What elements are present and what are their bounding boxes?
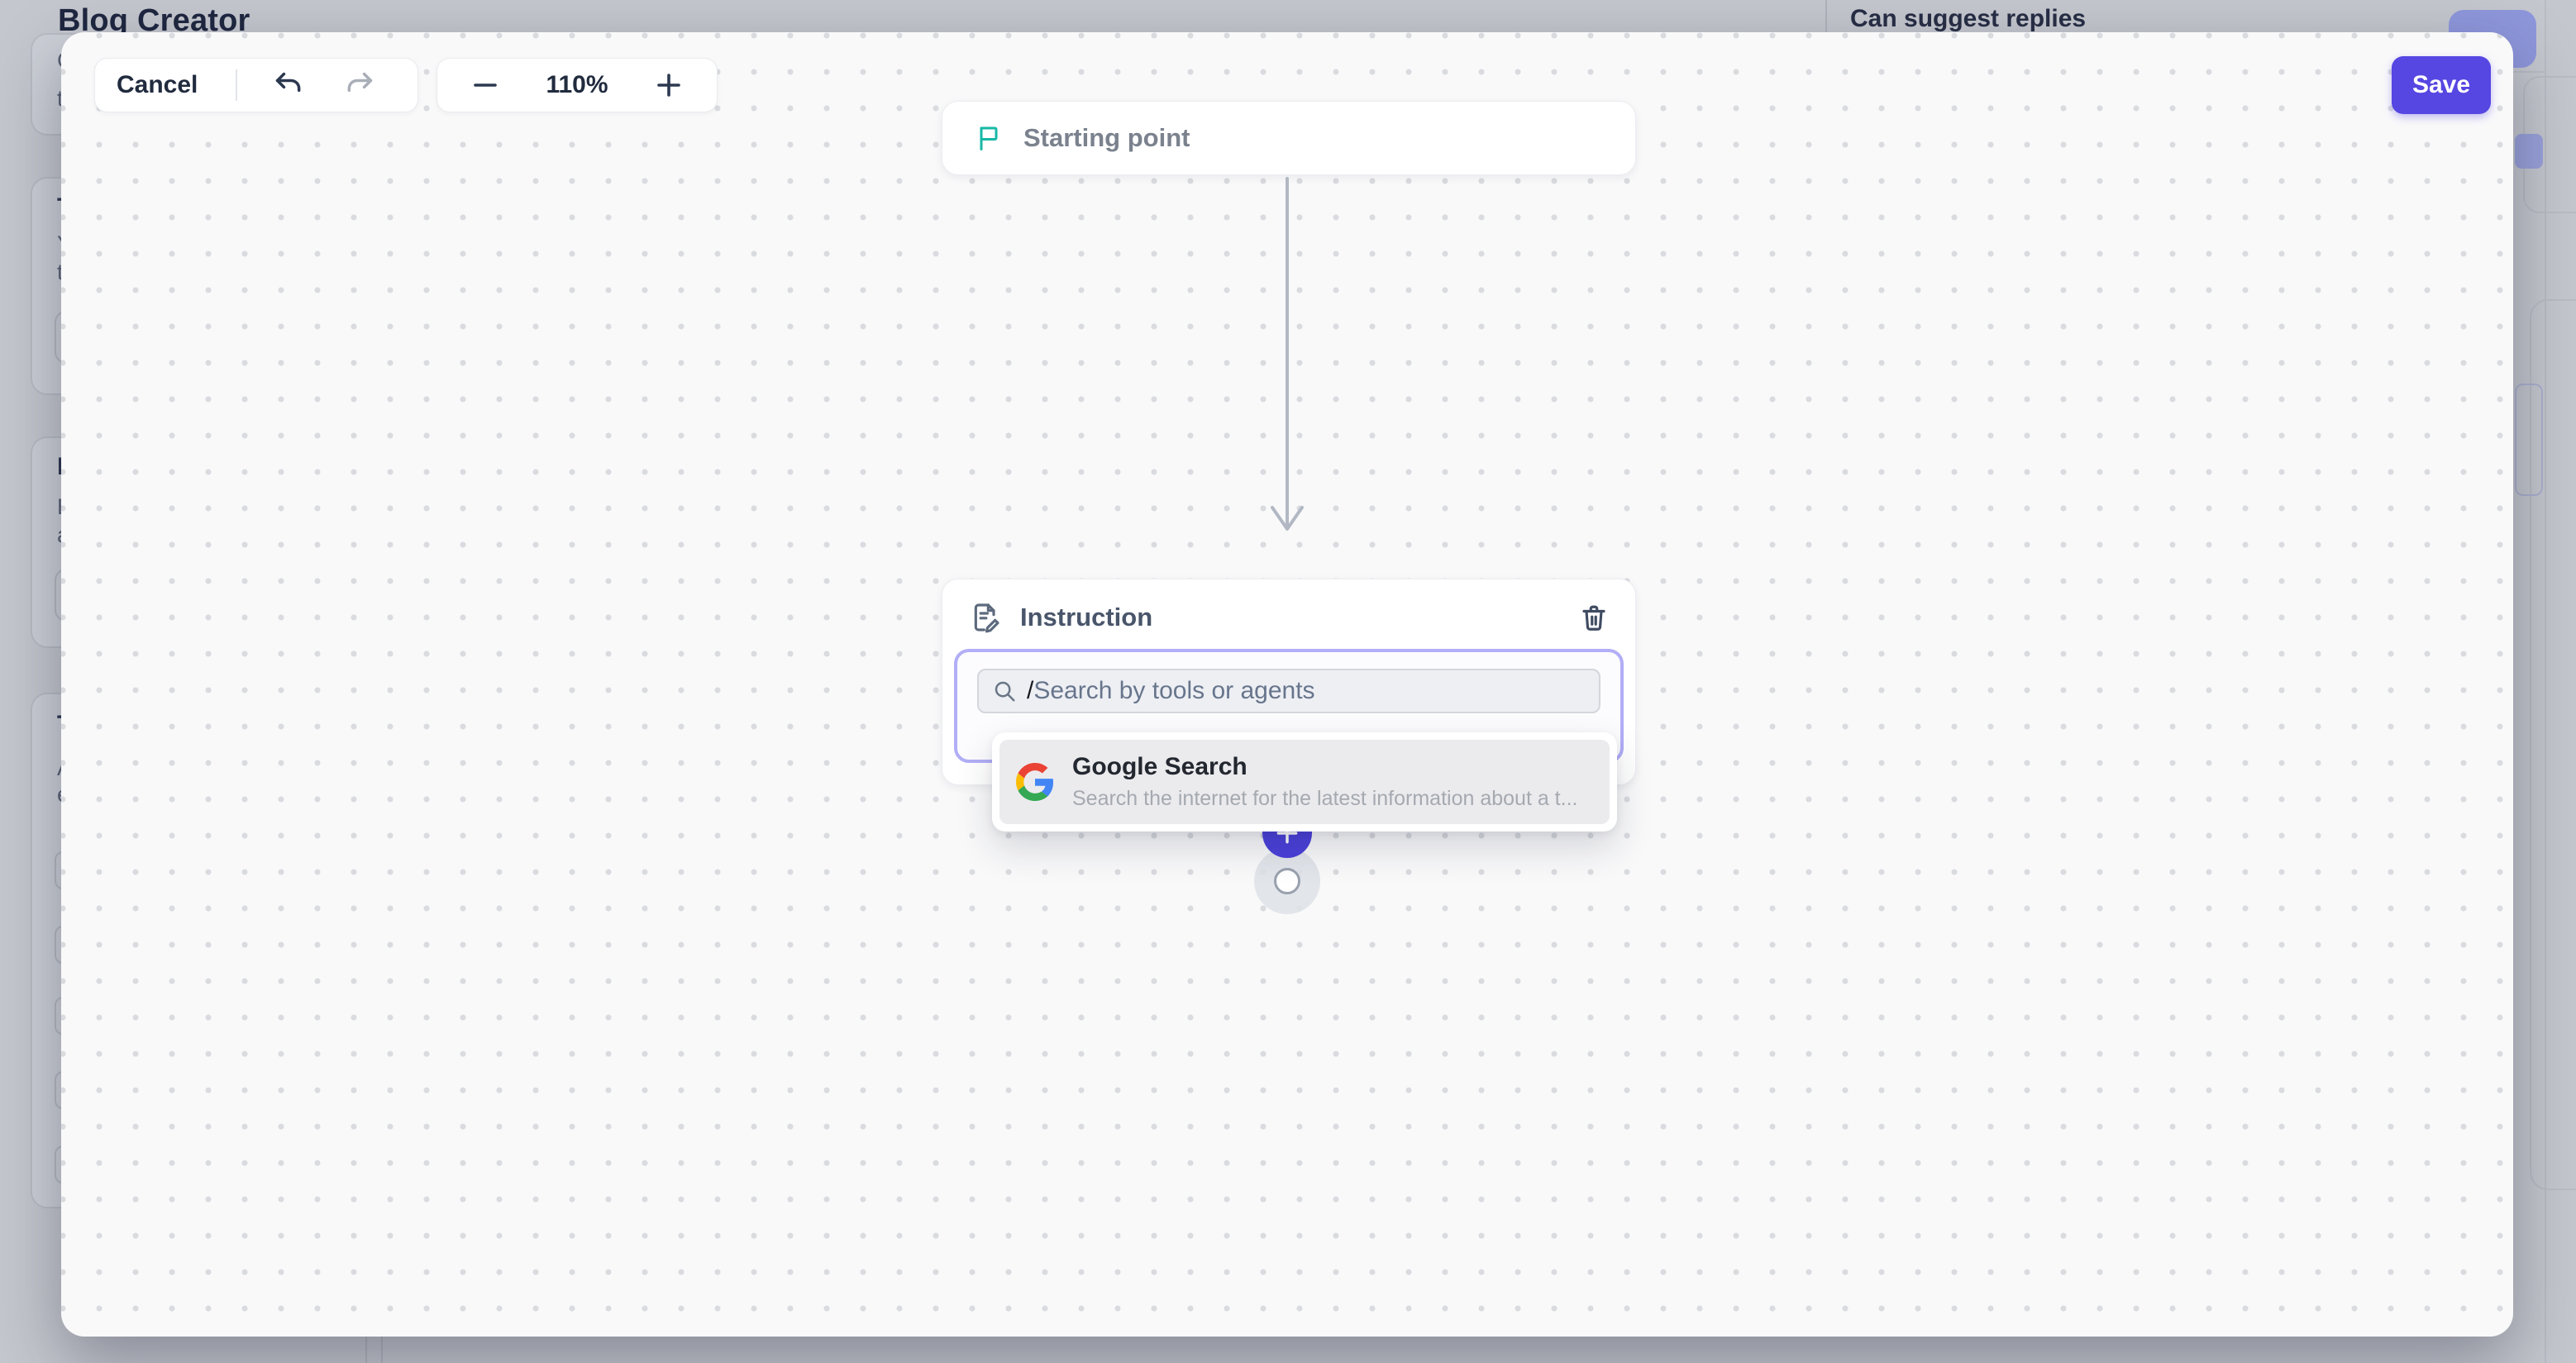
redo-button[interactable] bbox=[336, 62, 383, 108]
bg-right-chip bbox=[2515, 384, 2543, 496]
redo-icon bbox=[344, 69, 375, 101]
search-input-value: / bbox=[1027, 677, 1033, 705]
trash-icon[interactable] bbox=[1579, 603, 1609, 632]
undo-icon bbox=[273, 69, 304, 101]
connector-arrow bbox=[1269, 177, 1305, 550]
search-input-placeholder: Search by tools or agents bbox=[1033, 677, 1314, 705]
bg-bottom-card-edge bbox=[365, 1336, 367, 1363]
flag-icon bbox=[974, 123, 1004, 153]
zoom-in-button[interactable] bbox=[646, 62, 692, 108]
save-button[interactable]: Save bbox=[2392, 56, 2491, 114]
search-icon bbox=[992, 679, 1017, 703]
bg-header-divider bbox=[1825, 0, 1827, 33]
zoom-out-button[interactable] bbox=[462, 62, 508, 108]
bg-right-header-line bbox=[2513, 71, 2545, 73]
cancel-button[interactable]: Cancel bbox=[117, 71, 198, 99]
start-node-label: Starting point bbox=[1023, 123, 1190, 153]
toolbar-history-group: Cancel bbox=[94, 58, 418, 112]
dropdown-item-title: Google Search bbox=[1072, 753, 1577, 781]
bg-header-label: Can suggest replies bbox=[1850, 5, 2086, 33]
undo-button[interactable] bbox=[265, 62, 312, 108]
dropdown-item-google-search[interactable]: Google Search Search the internet for th… bbox=[999, 740, 1610, 824]
connector-handle[interactable] bbox=[1274, 868, 1300, 894]
toolbar-zoom-group: 110% bbox=[436, 58, 718, 112]
tool-search-dropdown: Google Search Search the internet for th… bbox=[992, 732, 1617, 832]
google-logo bbox=[1016, 763, 1054, 801]
tool-search-input[interactable]: / Search by tools or agents bbox=[977, 669, 1600, 713]
dropdown-item-texts: Google Search Search the internet for th… bbox=[1072, 753, 1577, 811]
bg-bottom-card-edge bbox=[381, 1336, 383, 1363]
dropdown-item-description: Search the internet for the latest infor… bbox=[1072, 787, 1577, 811]
start-node[interactable]: Starting point bbox=[942, 101, 1636, 175]
plus-icon bbox=[654, 70, 684, 100]
toolbar-divider bbox=[236, 69, 237, 101]
document-edit-icon bbox=[969, 601, 1002, 634]
minus-icon bbox=[470, 70, 500, 100]
instruction-node-title: Instruction bbox=[1020, 603, 1561, 632]
bg-right-chip bbox=[2515, 134, 2543, 169]
workflow-editor-modal: Cancel 110% Save Starting point bbox=[61, 32, 2513, 1337]
zoom-level: 110% bbox=[546, 71, 608, 99]
instruction-node-header: Instruction bbox=[942, 579, 1635, 649]
